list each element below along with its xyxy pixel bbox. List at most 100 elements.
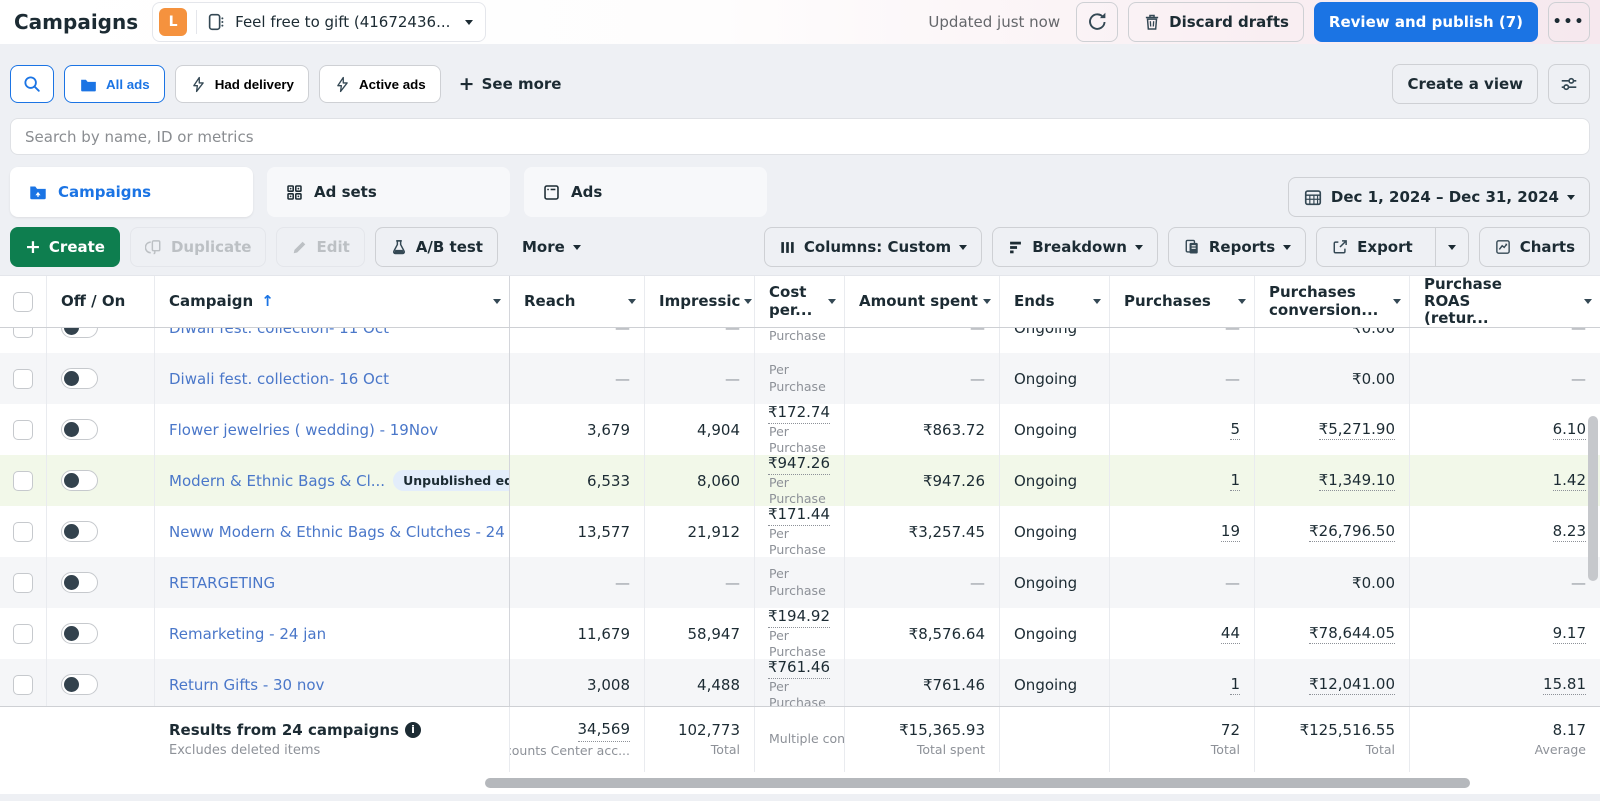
row-checkbox[interactable] bbox=[13, 522, 33, 542]
create-a-view-button[interactable]: Create a view bbox=[1392, 64, 1538, 104]
campaign-toggle[interactable] bbox=[61, 419, 98, 440]
filter-search-button[interactable] bbox=[10, 65, 54, 103]
header-amount-spent[interactable]: Amount spent bbox=[845, 276, 1000, 327]
vertical-scrollbar[interactable] bbox=[1588, 416, 1598, 581]
tab-ads[interactable]: Ads bbox=[524, 167, 767, 217]
info-icon[interactable] bbox=[405, 722, 421, 738]
tab-ad-sets[interactable]: Ad sets bbox=[267, 167, 510, 217]
reports-button[interactable]: Reports bbox=[1168, 227, 1306, 267]
campaign-link[interactable]: Diwali fest. collection- 16 Oct bbox=[169, 370, 389, 388]
header-cost-per[interactable]: Cost per... bbox=[755, 276, 845, 327]
horizontal-scrollbar[interactable] bbox=[485, 778, 1470, 788]
campaign-toggle[interactable] bbox=[61, 328, 98, 338]
header-reach[interactable]: Reach bbox=[510, 276, 645, 327]
header-purchases-conversion[interactable]: Purchases conversion... bbox=[1255, 276, 1410, 327]
chevron-down-icon bbox=[1135, 245, 1143, 250]
row-checkbox[interactable] bbox=[13, 573, 33, 593]
roas-cell: 8.23 bbox=[1410, 506, 1600, 557]
campaign-link[interactable]: RETARGETING bbox=[169, 574, 275, 592]
row-checkbox[interactable] bbox=[13, 624, 33, 644]
header-purchases[interactable]: Purchases bbox=[1110, 276, 1255, 327]
campaign-toggle[interactable] bbox=[61, 470, 98, 491]
row-checkbox[interactable] bbox=[13, 471, 33, 491]
refresh-icon bbox=[1087, 12, 1107, 32]
campaign-toggle[interactable] bbox=[61, 674, 98, 695]
chevron-down-icon[interactable] bbox=[1584, 299, 1592, 304]
campaign-toggle[interactable] bbox=[61, 572, 98, 593]
charts-button[interactable]: Charts bbox=[1479, 227, 1590, 267]
discard-drafts-button[interactable]: Discard drafts bbox=[1128, 2, 1304, 42]
chevron-down-icon bbox=[1283, 245, 1291, 250]
create-button[interactable]: + Create bbox=[10, 227, 120, 267]
chevron-down-icon[interactable] bbox=[744, 299, 752, 304]
amount-spent-cell: — bbox=[845, 557, 1000, 608]
header-campaign[interactable]: Campaign ↑ bbox=[155, 276, 510, 327]
campaign-link[interactable]: Diwali fest. collection- 11 Oct bbox=[169, 328, 389, 337]
campaign-link[interactable]: Flower jewelries ( wedding) - 19Nov bbox=[169, 421, 438, 439]
discard-drafts-label: Discard drafts bbox=[1169, 13, 1289, 31]
header-purchase-roas[interactable]: Purchase ROAS (retur... bbox=[1410, 276, 1600, 327]
chevron-down-icon[interactable] bbox=[828, 299, 836, 304]
reach-cell: 13,577 bbox=[510, 506, 645, 557]
chevron-down-icon[interactable] bbox=[1393, 299, 1401, 304]
campaign-link[interactable]: Modern & Ethnic Bags & Cl... bbox=[169, 472, 385, 490]
see-more-button[interactable]: + See more bbox=[459, 75, 562, 94]
more-options-button[interactable]: ••• bbox=[1548, 2, 1590, 42]
header-off-on[interactable]: Off / On bbox=[47, 276, 155, 327]
row-checkbox[interactable] bbox=[13, 420, 33, 440]
row-checkbox[interactable] bbox=[13, 675, 33, 695]
header-ends[interactable]: Ends bbox=[1000, 276, 1110, 327]
reach-cell: 3,008 bbox=[510, 659, 645, 706]
filter-had-delivery[interactable]: Had delivery bbox=[175, 65, 309, 103]
chevron-down-icon[interactable] bbox=[983, 299, 991, 304]
campaign-link[interactable]: Neww Modern & Ethnic Bags & Clutches - 2… bbox=[169, 523, 510, 541]
toggle-knob bbox=[64, 677, 79, 692]
lightning-icon bbox=[190, 76, 207, 93]
date-range-picker[interactable]: Dec 1, 2024 – Dec 31, 2024 bbox=[1288, 177, 1590, 217]
reach-cell: — bbox=[510, 557, 645, 608]
refresh-button[interactable] bbox=[1076, 2, 1118, 42]
export-button[interactable]: Export bbox=[1316, 227, 1469, 267]
filter-all-ads[interactable]: All ads bbox=[64, 65, 165, 103]
unpublished-edits-badge: Unpublished edits bbox=[393, 470, 510, 491]
ab-test-button[interactable]: A/B test bbox=[375, 227, 498, 267]
edit-label: Edit bbox=[316, 238, 349, 256]
charts-icon bbox=[1494, 238, 1512, 256]
header-impressions[interactable]: Impressic bbox=[645, 276, 755, 327]
chevron-down-icon[interactable] bbox=[1093, 299, 1101, 304]
toggle-knob bbox=[64, 524, 79, 539]
export-main[interactable]: Export bbox=[1317, 228, 1427, 266]
tab-campaigns[interactable]: Campaigns bbox=[10, 167, 253, 217]
breakdown-button[interactable]: Breakdown bbox=[992, 227, 1158, 267]
updated-status: Updated just now bbox=[928, 13, 1060, 31]
duplicate-button[interactable]: Duplicate bbox=[130, 227, 267, 267]
campaign-link[interactable]: Remarketing - 24 jan bbox=[169, 625, 326, 643]
cost-per-cell: ₹947.26Per Purchase bbox=[755, 455, 845, 506]
filter-bar: All ads Had delivery Active ads + See mo… bbox=[10, 64, 1590, 104]
ends-cell: Ongoing bbox=[1000, 353, 1110, 404]
date-range-label: Dec 1, 2024 – Dec 31, 2024 bbox=[1331, 188, 1559, 206]
campaign-toggle[interactable] bbox=[61, 623, 98, 644]
review-and-publish-button[interactable]: Review and publish (7) bbox=[1314, 2, 1538, 42]
view-settings-button[interactable] bbox=[1548, 64, 1590, 104]
columns-button[interactable]: Columns: Custom bbox=[764, 227, 982, 267]
chevron-down-icon[interactable] bbox=[1238, 299, 1246, 304]
cost-per-cell: ₹172.74Per Purchase bbox=[755, 404, 845, 455]
filter-active-ads[interactable]: Active ads bbox=[319, 65, 441, 103]
select-all-checkbox[interactable] bbox=[13, 292, 33, 312]
campaign-toggle[interactable] bbox=[61, 368, 98, 389]
campaign-link[interactable]: Return Gifts - 30 nov bbox=[169, 676, 324, 694]
toggle-knob bbox=[64, 371, 79, 386]
search-input[interactable] bbox=[10, 118, 1590, 155]
row-checkbox[interactable] bbox=[13, 369, 33, 389]
more-button[interactable]: More bbox=[508, 227, 595, 267]
export-dropdown[interactable] bbox=[1435, 228, 1468, 266]
chevron-down-icon[interactable] bbox=[628, 299, 636, 304]
row-checkbox[interactable] bbox=[13, 328, 33, 338]
grid-icon bbox=[285, 183, 304, 202]
campaign-toggle[interactable] bbox=[61, 521, 98, 542]
edit-button[interactable]: Edit bbox=[276, 227, 364, 267]
chevron-down-icon[interactable] bbox=[493, 299, 501, 304]
account-selector[interactable]: L Feel free to gift (41672436... bbox=[152, 2, 486, 42]
ends-cell: Ongoing bbox=[1000, 608, 1110, 659]
